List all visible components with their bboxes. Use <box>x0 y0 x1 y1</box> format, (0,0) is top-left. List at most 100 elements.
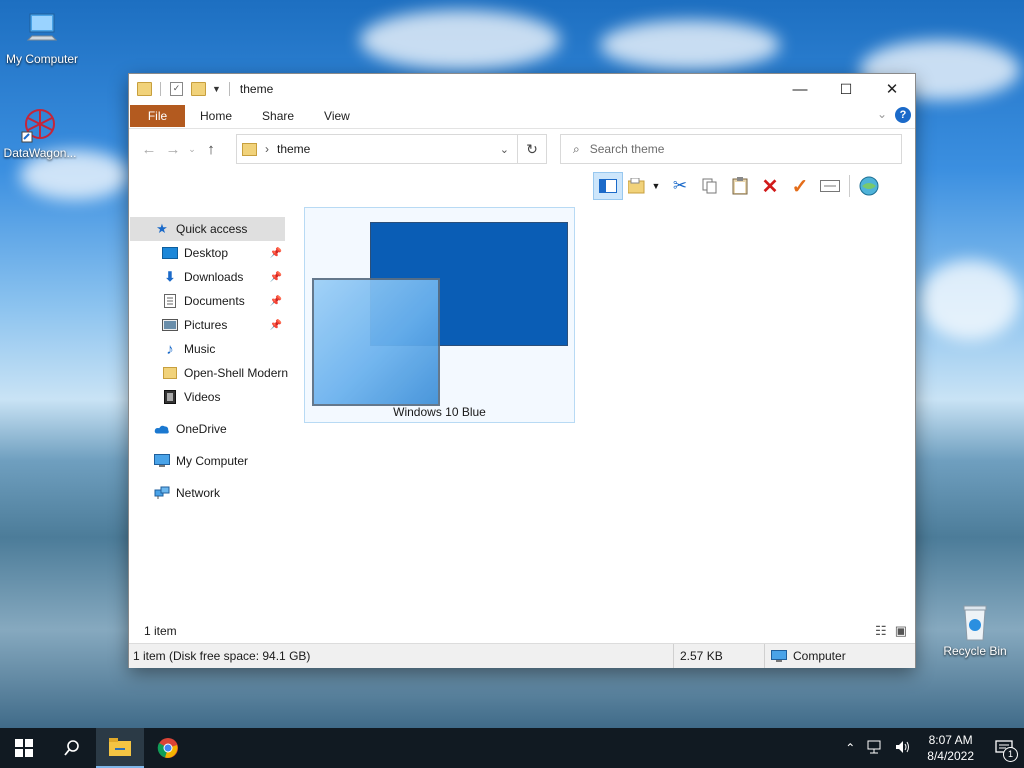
search-input[interactable]: ⌕ Search theme <box>560 134 902 164</box>
tab-share[interactable]: Share <box>247 109 309 123</box>
nav-item-label: Downloads <box>184 270 244 284</box>
nav-item-quick-access[interactable]: ★ Quick access <box>130 217 285 241</box>
desktop-icon-label: Recycle Bin <box>943 644 1007 658</box>
nav-item-label: Open-Shell Modern <box>184 366 289 380</box>
notification-center-button[interactable]: 1 <box>984 728 1024 768</box>
cut-button[interactable]: ✂ <box>665 172 695 200</box>
properties-icon[interactable]: ✓ <box>170 82 183 96</box>
desktop-icon-my-computer[interactable]: My Computer <box>0 10 84 66</box>
divider <box>849 175 850 197</box>
taskbar-file-explorer[interactable] <box>96 728 144 768</box>
file-item-windows-10-blue[interactable]: Windows 10 Blue <box>304 207 575 423</box>
taskbar-chrome[interactable] <box>144 728 192 768</box>
scissors-icon: ✂ <box>672 176 688 195</box>
divider <box>160 82 161 96</box>
computer-icon <box>771 649 787 663</box>
tab-view[interactable]: View <box>309 109 365 123</box>
nav-item-label: My Computer <box>176 454 249 468</box>
checkmark-icon: ✓ <box>791 175 809 198</box>
search-placeholder: Search theme <box>589 142 665 156</box>
pin-icon: 📌 <box>269 295 282 307</box>
search-icon <box>64 740 79 756</box>
nav-item-videos[interactable]: Videos <box>130 385 290 409</box>
desktop-icon <box>162 246 178 260</box>
refresh-button[interactable]: ↻ <box>517 134 547 164</box>
clock-date: 8/4/2022 <box>927 749 974 763</box>
back-arrow-icon[interactable]: ← <box>137 141 161 158</box>
large-icons-view-icon[interactable]: ▣ <box>895 623 907 639</box>
preview-pane-button[interactable] <box>593 172 623 200</box>
desktop-icon-label: DataWagon... <box>3 146 77 160</box>
pane-icon <box>599 179 617 193</box>
nav-item-music[interactable]: ♪ Music <box>130 337 290 361</box>
folder-icon <box>627 178 645 194</box>
breadcrumb-theme[interactable]: theme <box>277 142 310 156</box>
desktop-icon-recycle-bin[interactable]: Recycle Bin <box>933 602 1017 658</box>
layout-dropdown-button[interactable]: ▼ <box>623 172 665 200</box>
nav-item-label: Pictures <box>184 318 228 332</box>
pin-icon: 📌 <box>269 247 282 259</box>
search-button[interactable] <box>48 728 96 768</box>
folder-icon <box>162 366 178 380</box>
nav-item-my-computer[interactable]: My Computer <box>130 449 290 473</box>
desktop-icon-datawagon[interactable]: DataWagon... <box>0 104 82 160</box>
pin-icon: 📌 <box>269 271 282 283</box>
windows-logo-icon <box>15 739 33 757</box>
tab-file[interactable]: File <box>130 105 185 127</box>
dropdown-arrow-icon: ▼ <box>651 181 661 191</box>
up-arrow-icon[interactable]: ↑ <box>199 141 223 158</box>
size-status: 2.57 KB <box>674 644 765 668</box>
help-button[interactable]: ? <box>895 107 911 123</box>
taskbar: ⌃ 8:07 AM 8/4/2022 1 <box>0 728 1024 768</box>
details-view-icon[interactable]: ☷ <box>875 623 887 639</box>
cloud <box>920 260 1020 340</box>
minimize-button[interactable]: — <box>777 74 823 104</box>
delete-x-icon: ✕ <box>761 175 779 198</box>
nav-item-network[interactable]: Network <box>130 481 290 505</box>
folder-icon <box>242 142 257 156</box>
settings-button[interactable] <box>854 172 884 200</box>
properties-button[interactable] <box>815 172 845 200</box>
recent-locations-chevron-icon[interactable]: ⌄ <box>185 144 199 155</box>
properties-icon <box>820 180 840 192</box>
copy-icon <box>702 178 717 194</box>
close-button[interactable]: ✕ <box>869 74 915 104</box>
new-folder-icon[interactable] <box>191 82 206 96</box>
chrome-icon <box>157 738 178 758</box>
nav-item-pictures[interactable]: Pictures 📌 <box>130 313 290 337</box>
item-count: 1 item <box>144 624 177 638</box>
cloud <box>600 20 780 70</box>
nav-item-desktop[interactable]: Desktop 📌 <box>130 241 290 265</box>
ribbon-expand-chevron-icon[interactable]: ⌄ <box>877 107 887 121</box>
pin-icon: 📌 <box>269 319 282 331</box>
clock[interactable]: 8:07 AM 8/4/2022 <box>927 732 974 764</box>
forward-arrow-icon[interactable]: → <box>161 141 185 158</box>
nav-item-label: Documents <box>184 294 245 308</box>
nav-item-label: Network <box>176 486 221 500</box>
nav-item-label: Music <box>184 342 216 356</box>
navigation-pane: ★ Quick access Desktop 📌 ⬇ Downloads 📌 D… <box>130 217 290 627</box>
location-status: Computer <box>765 644 911 668</box>
nav-item-documents[interactable]: Documents 📌 <box>130 289 290 313</box>
tab-home[interactable]: Home <box>185 109 247 123</box>
address-dropdown-icon[interactable]: ⌄ <box>500 143 509 156</box>
disk-space-status: 1 item (Disk free space: 94.1 GB) <box>129 644 674 668</box>
paste-button[interactable] <box>725 172 755 200</box>
file-item-label: Windows 10 Blue <box>393 405 486 419</box>
copy-button[interactable] <box>695 172 725 200</box>
chevron-up-icon[interactable]: ⌃ <box>845 741 855 755</box>
quick-access-dropdown-icon[interactable]: ▼ <box>212 84 221 94</box>
address-bar[interactable]: › theme ⌄ <box>236 134 518 164</box>
delete-button[interactable]: ✕ <box>755 172 785 200</box>
network-icon[interactable] <box>867 740 883 757</box>
nav-item-label: Quick access <box>176 222 248 236</box>
nav-item-downloads[interactable]: ⬇ Downloads 📌 <box>130 265 290 289</box>
star-icon: ★ <box>156 221 168 236</box>
nav-item-open-shell-modern[interactable]: Open-Shell Modern <box>130 361 290 385</box>
volume-icon[interactable] <box>895 740 911 757</box>
nav-item-label: OneDrive <box>176 422 227 436</box>
start-button[interactable] <box>0 728 48 768</box>
nav-item-onedrive[interactable]: OneDrive <box>130 417 290 441</box>
rename-button[interactable]: ✓ <box>785 172 815 200</box>
maximize-button[interactable]: ☐ <box>823 74 869 104</box>
